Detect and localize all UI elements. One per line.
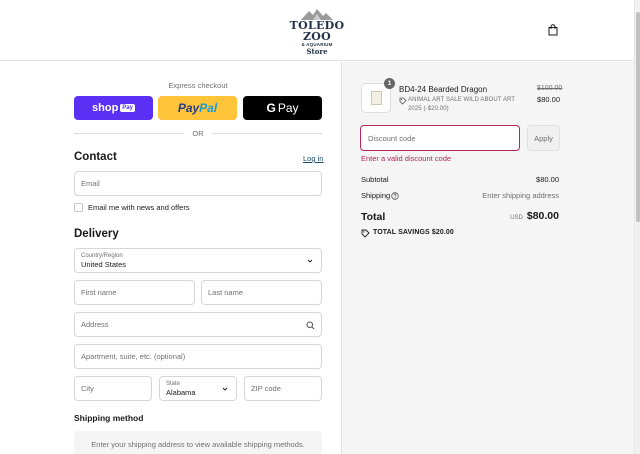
- express-checkout-title: Express checkout: [168, 81, 228, 90]
- paypal-pal-text: Pal: [199, 101, 218, 115]
- product-name: BD4-24 Bearded Dragon: [399, 85, 488, 94]
- shipping-label: Shipping: [361, 191, 391, 200]
- shipping-method-notice: Enter your shipping address to view avai…: [74, 431, 322, 454]
- apartment-field[interactable]: Apartment, suite, etc. (optional): [74, 344, 322, 369]
- info-icon[interactable]: [391, 192, 399, 200]
- newsletter-label: Email me with news and offers: [88, 203, 190, 212]
- google-pay-label: Pay: [277, 101, 299, 115]
- state-value: Alabama: [166, 387, 196, 397]
- quantity-badge: 1: [384, 78, 395, 89]
- subtotal-value: $80.00: [536, 175, 559, 184]
- scrollbar-thumb[interactable]: [636, 12, 640, 222]
- apartment-placeholder: Apartment, suite, etc. (optional): [81, 352, 186, 361]
- shop-pay-button[interactable]: shop Pay: [74, 96, 153, 120]
- discount-placeholder: Discount code: [368, 133, 416, 143]
- zip-code-field[interactable]: ZIP code: [244, 376, 322, 401]
- last-name-field[interactable]: Last name: [201, 280, 322, 305]
- country-label: Country/Region: [81, 252, 123, 259]
- shop-pay-label: shop: [92, 102, 119, 114]
- chevron-down-icon: [222, 387, 228, 391]
- logo-store: Store: [306, 47, 328, 56]
- subtotal-label: Subtotal: [361, 175, 389, 184]
- product-discount-tag: ANIMAL ART SALE WILD ABOUT ART 2025 (-$2…: [408, 97, 515, 112]
- tag-icon: [399, 97, 407, 105]
- last-name-placeholder: Last name: [208, 288, 244, 297]
- search-icon: [306, 321, 315, 330]
- log-in-link[interactable]: Log in: [303, 154, 323, 163]
- google-g-icon: G: [266, 101, 276, 115]
- logo-title: TOLEDO ZOO: [289, 19, 345, 43]
- delivery-heading: Delivery: [74, 228, 119, 240]
- original-price: $100.00: [537, 85, 563, 92]
- discount-code-input[interactable]: Discount code: [360, 125, 520, 151]
- shipping-method-message: Enter your shipping address to view avai…: [91, 439, 305, 449]
- email-field[interactable]: Email: [74, 171, 322, 196]
- total-savings: TOTAL SAVINGS $20.00: [373, 229, 454, 236]
- city-placeholder: City: [81, 384, 94, 393]
- total-label: Total: [361, 211, 386, 223]
- contact-heading: Contact: [74, 151, 117, 163]
- site-header: TOLEDO ZOO & AQUARIUM Store: [0, 0, 634, 61]
- savings-value: $20.00: [431, 229, 454, 236]
- address-field[interactable]: Address: [74, 312, 322, 337]
- email-placeholder: Email: [81, 179, 100, 188]
- shipping-value: Enter shipping address: [482, 191, 559, 200]
- or-divider: OR: [74, 129, 322, 139]
- paypal-button[interactable]: Pay Pal: [158, 96, 237, 120]
- page-scrollbar[interactable]: [634, 0, 640, 454]
- country-select[interactable]: Country/Region United States: [74, 248, 322, 273]
- item-price: $80.00: [537, 95, 560, 104]
- shopping-bag-icon[interactable]: [547, 24, 559, 36]
- google-pay-button[interactable]: G Pay: [243, 96, 322, 120]
- checkout-form-column: Express checkout shop Pay Pay Pal G Pay O…: [0, 62, 341, 454]
- city-field[interactable]: City: [74, 376, 152, 401]
- shipping-method-heading: Shipping method: [74, 413, 144, 423]
- total-amount: USD $80.00: [510, 210, 559, 222]
- first-name-field[interactable]: First name: [74, 280, 195, 305]
- country-value: United States: [81, 259, 127, 269]
- apply-discount-button[interactable]: Apply: [527, 125, 560, 151]
- savings-label: TOTAL SAVINGS: [373, 229, 430, 236]
- shop-pay-badge: Pay: [120, 104, 135, 112]
- currency-code: USD: [510, 215, 523, 221]
- discount-error-message: Enter a valid discount code: [361, 154, 452, 163]
- divider-line-right: [212, 133, 322, 134]
- paypal-pay-text: Pay: [177, 101, 200, 115]
- total-value: $80.00: [526, 210, 559, 222]
- toledo-zoo-logo[interactable]: TOLEDO ZOO & AQUARIUM Store: [278, 8, 356, 56]
- first-name-placeholder: First name: [81, 288, 117, 297]
- order-summary: 1 BD4-24 Bearded Dragon ANIMAL ART SALE …: [341, 62, 634, 454]
- state-select[interactable]: State Alabama: [159, 376, 237, 401]
- savings-tag-icon: [361, 229, 370, 238]
- chevron-down-icon: [307, 259, 313, 263]
- state-label: State: [166, 380, 181, 387]
- zip-placeholder: ZIP code: [251, 384, 281, 393]
- newsletter-checkbox[interactable]: [74, 203, 83, 212]
- product-image: [371, 91, 382, 105]
- address-placeholder: Address: [81, 320, 109, 329]
